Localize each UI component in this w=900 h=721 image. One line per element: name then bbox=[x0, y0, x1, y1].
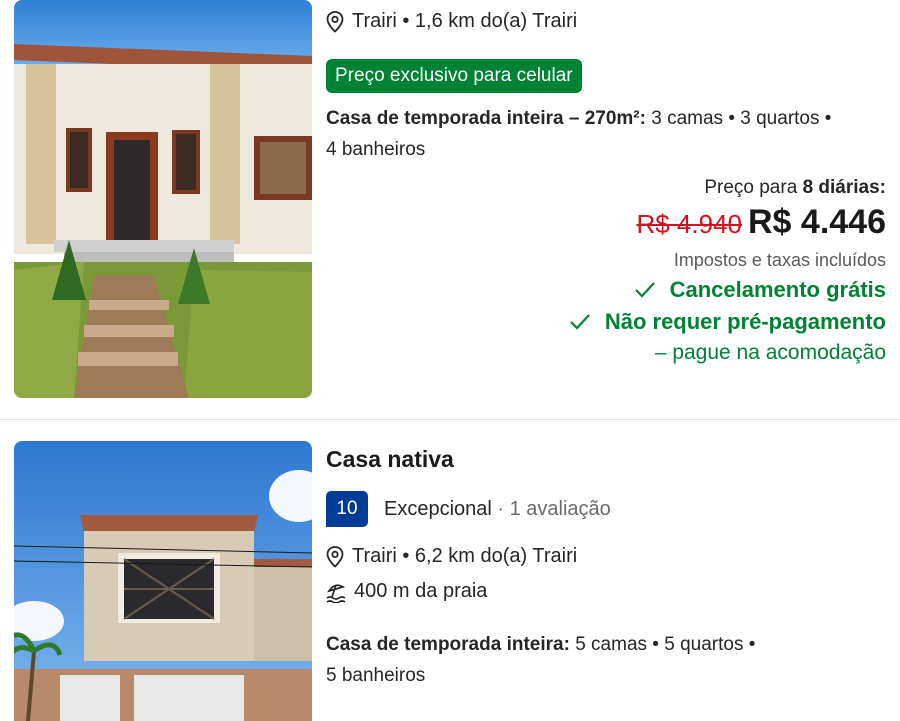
discounted-price: R$ 4.446 bbox=[748, 203, 886, 241]
map-pin-icon bbox=[326, 545, 344, 568]
listing-2-unit-details-2: 5 banheiros bbox=[326, 665, 426, 686]
price-for-prefix: Preço para bbox=[704, 177, 798, 198]
listing-1-info: Trairi • 1,6 km do(a) Trairi Preço exclu… bbox=[326, 0, 886, 365]
review-score-badge: 10 bbox=[326, 491, 368, 527]
price-for-label: Preço para 8 diárias: bbox=[326, 177, 886, 199]
original-price: R$ 4.940 bbox=[636, 209, 742, 239]
mobile-price-badge: Preço exclusivo para celular bbox=[326, 59, 582, 93]
listing-2-rating[interactable]: 10 Excepcional · 1 avaliação bbox=[326, 491, 886, 527]
price-for-nights: 8 diárias: bbox=[802, 177, 886, 198]
listing-2-info: Casa nativa 10 Excepcional · 1 avaliação… bbox=[326, 420, 886, 691]
review-count: · 1 avaliação bbox=[497, 497, 611, 520]
check-icon bbox=[634, 282, 655, 298]
pay-at-property: – pague na acomodação bbox=[654, 341, 886, 364]
rating-word: Excepcional bbox=[384, 497, 492, 520]
price-row: R$ 4.940 R$ 4.446 bbox=[326, 203, 886, 242]
listing-2-unit-details: 5 camas • 5 quartos • bbox=[575, 634, 756, 655]
no-prepayment-label: Não requer pré-pagamento bbox=[604, 309, 886, 334]
check-icon bbox=[570, 314, 590, 330]
listing-1-unit-details: 3 camas • 3 quartos • bbox=[651, 108, 832, 129]
free-cancellation-label: Cancelamento grátis bbox=[669, 277, 886, 302]
listing-2-location[interactable]: Trairi • 6,2 km do(a) Trairi bbox=[326, 545, 886, 568]
listing-card-1[interactable]: Trairi • 1,6 km do(a) Trairi Preço exclu… bbox=[0, 0, 900, 420]
listing-2-title[interactable]: Casa nativa bbox=[326, 446, 886, 473]
listing-1-location[interactable]: Trairi • 1,6 km do(a) Trairi bbox=[326, 10, 886, 33]
listing-1-unit-details-2: 4 banheiros bbox=[326, 139, 426, 160]
map-pin-icon bbox=[326, 10, 344, 33]
listing-1-unit-type: Casa de temporada inteira – 270m²: bbox=[326, 108, 646, 129]
beach-icon bbox=[326, 583, 346, 603]
beach-distance-text: 400 m da praia bbox=[354, 580, 488, 602]
beach-distance: 400 m da praia bbox=[326, 580, 886, 603]
listing-1-price-block: Preço para 8 diárias: R$ 4.940 R$ 4.446 I… bbox=[326, 177, 886, 365]
no-prepayment: Não requer pré-pagamento bbox=[326, 309, 886, 335]
listing-2-photo[interactable] bbox=[14, 441, 312, 721]
taxes-note: Impostos e taxas incluídos bbox=[673, 250, 886, 270]
listing-1-location-text: Trairi • 1,6 km do(a) Trairi bbox=[352, 10, 578, 32]
listing-1-photo[interactable] bbox=[14, 0, 312, 398]
listing-1-unit: Casa de temporada inteira – 270m²: 3 cam… bbox=[326, 103, 886, 165]
free-cancellation: Cancelamento grátis bbox=[326, 277, 886, 303]
listing-2-unit: Casa de temporada inteira: 5 camas • 5 q… bbox=[326, 629, 886, 691]
listing-2-location-text: Trairi • 6,2 km do(a) Trairi bbox=[352, 545, 578, 567]
listing-2-unit-type: Casa de temporada inteira: bbox=[326, 634, 570, 655]
listing-card-2[interactable]: Casa nativa 10 Excepcional · 1 avaliação… bbox=[0, 420, 900, 721]
